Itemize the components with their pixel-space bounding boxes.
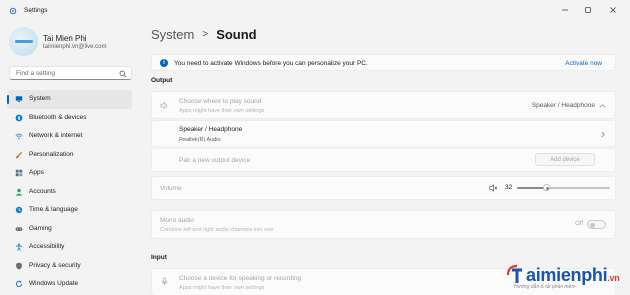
minimize-icon: [562, 9, 568, 11]
maximize-button[interactable]: [577, 3, 599, 17]
sidebar-item-label: Accounts: [29, 187, 56, 195]
sidebar-item-label: System: [29, 95, 51, 102]
mono-audio-toggle[interactable]: [587, 220, 606, 229]
sidebar-item-label: Privacy & security: [29, 261, 81, 269]
choose-output-subtitle: Apps might have their own settings: [179, 108, 265, 114]
choose-output-row[interactable]: Choose where to play sound Apps might ha…: [151, 91, 616, 119]
breadcrumb-separator: >: [202, 29, 209, 40]
gamepad-icon: [15, 226, 23, 231]
search-input[interactable]: [13, 68, 113, 78]
choose-input-title: Choose a device for speaking or recordin…: [179, 275, 302, 282]
sidebar-item-label: Windows Update: [29, 280, 79, 287]
volume-icon[interactable]: [489, 184, 498, 192]
sidebar-item-label: Accessibility: [29, 243, 65, 250]
window-title: Settings: [24, 7, 48, 14]
profile-email: taimienphi.vn@live.com: [43, 44, 107, 50]
wifi-icon: [15, 133, 23, 140]
output-device-driver: Realtek(R) Audio: [179, 137, 221, 143]
info-icon: i: [160, 59, 168, 67]
sidebar-item-label: Personalization: [29, 150, 74, 158]
sidebar-item-bluetooth[interactable]: Bluetooth & devices: [7, 109, 132, 128]
volume-row: Volume 32: [151, 176, 616, 200]
sidebar-item-gaming[interactable]: Gaming: [7, 220, 132, 239]
accessibility-icon: [15, 243, 23, 251]
bluetooth-icon: [15, 114, 23, 121]
sidebar-item-accessibility[interactable]: Accessibility: [7, 238, 132, 257]
chevron-right-icon[interactable]: [600, 131, 606, 138]
choose-output-title: Choose where to play sound: [179, 98, 262, 105]
sidebar-item-windows-update[interactable]: Windows Update: [7, 275, 132, 294]
activation-banner: i You need to activate Windows before yo…: [151, 54, 616, 71]
mono-audio-state: Off: [575, 221, 583, 227]
apps-icon: [15, 169, 23, 177]
microphone-icon: [161, 277, 168, 286]
output-heading: Output: [151, 77, 173, 84]
watermark-brand: aimienphi.vn: [526, 265, 620, 285]
sidebar-item-accounts[interactable]: Accounts: [7, 183, 132, 202]
profile-name: Tai Mien Phi: [43, 34, 87, 43]
sidebar-item-label: Gaming: [29, 224, 52, 232]
sidebar-item-label: Apps: [29, 169, 44, 176]
close-button[interactable]: [602, 3, 624, 17]
globe-clock-icon: [15, 206, 23, 214]
avatar: [9, 27, 38, 56]
chevron-up-icon[interactable]: [599, 103, 606, 109]
sidebar-item-network[interactable]: Network & internet: [7, 127, 132, 146]
sidebar-item-apps[interactable]: Apps: [7, 164, 132, 183]
breadcrumb: System > Sound: [151, 27, 257, 42]
sidebar-item-personalization[interactable]: Personalization: [7, 146, 132, 165]
mono-audio-subtitle: Combine left and right audio channels in…: [160, 227, 274, 233]
choose-input-subtitle: Apps might have their own settings: [179, 285, 265, 291]
speaker-icon: [160, 101, 168, 110]
maximize-icon: [585, 7, 591, 13]
search-box[interactable]: [9, 66, 132, 80]
page-title: Sound: [216, 27, 257, 42]
mono-audio-title: Mono audio: [160, 217, 194, 224]
volume-slider[interactable]: [517, 184, 610, 191]
add-device-button[interactable]: Add device: [535, 153, 595, 166]
minimize-button[interactable]: [554, 3, 576, 17]
pair-output-title: Pair a new output device: [179, 157, 251, 164]
sidebar-item-label: Time & language: [29, 206, 78, 213]
volume-slider-thumb[interactable]: [543, 184, 551, 191]
input-heading: Input: [151, 254, 167, 261]
watermark-logo: aimienphi.vn Hướng dẫn & tải phần mềm: [498, 262, 628, 292]
volume-label: Volume: [160, 185, 182, 192]
title-bar: Settings: [0, 0, 630, 22]
breadcrumb-parent[interactable]: System: [151, 27, 194, 42]
output-device-item[interactable]: Speaker / Headphone Realtek(R) Audio: [151, 120, 616, 147]
sidebar-item-system[interactable]: System: [7, 90, 132, 109]
activate-now-link[interactable]: Activate now: [565, 60, 602, 67]
sidebar-item-label: Bluetooth & devices: [29, 113, 87, 121]
brush-icon: [15, 151, 23, 158]
sidebar-item-privacy-security[interactable]: Privacy & security: [7, 257, 132, 276]
brand-logo-icon: [506, 264, 522, 283]
volume-value: 32: [505, 184, 513, 191]
output-device-name: Speaker / Headphone: [179, 126, 243, 133]
update-icon: [16, 280, 23, 287]
watermark-tagline: Hướng dẫn & tải phần mềm: [514, 284, 576, 290]
activation-message: You need to activate Windows before you …: [174, 60, 368, 67]
mono-audio-row: Mono audio Combine left and right audio …: [151, 210, 616, 239]
sidebar-item-label: Network & internet: [29, 132, 83, 139]
settings-app-icon: [9, 7, 17, 15]
monitor-icon: [15, 96, 23, 102]
person-icon: [15, 188, 23, 196]
search-icon[interactable]: [119, 70, 127, 78]
close-icon: [610, 7, 616, 13]
sidebar-item-time-language[interactable]: Time & language: [7, 201, 132, 220]
output-device-selected[interactable]: Speaker / Headphone: [532, 102, 595, 109]
shield-icon: [16, 262, 22, 270]
sidebar-nav: System Bluetooth & devices Network & int…: [7, 90, 132, 294]
pair-output-row: Pair a new output device Add device: [151, 148, 616, 172]
